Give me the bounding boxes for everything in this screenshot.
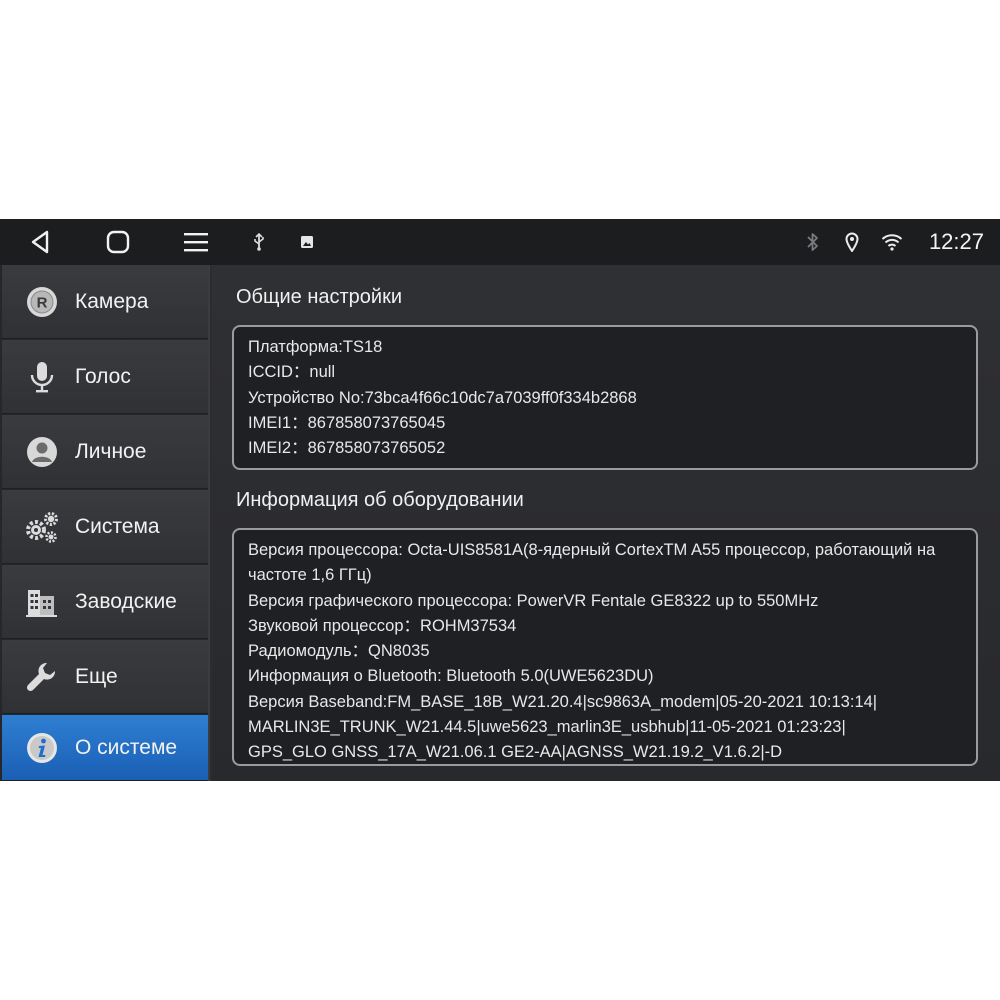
- baseband-version-row-3: GPS_GLO GNSS_17A_W21.06.1 GE2-AA|AGNSS_W…: [248, 743, 783, 762]
- back-icon: [31, 230, 49, 254]
- about-system-content: Общие настройки Платформа:TS18 ICCID：nul…: [212, 265, 1000, 781]
- sidebar-item-label: Голос: [75, 364, 131, 388]
- menu-button[interactable]: [178, 219, 214, 265]
- bluetooth-status: [802, 219, 824, 265]
- sidebar-item-label: Личное: [75, 439, 147, 463]
- status-bar: 12:27: [0, 219, 1000, 265]
- sidebar-item-factory[interactable]: Заводские: [2, 565, 208, 639]
- image-notification: [296, 219, 318, 265]
- baseband-version-row-2: MARLIN3E_TRUNK_W21.44.5|uwe5623_marlin3E…: [248, 718, 846, 737]
- radio-module-row: Радиомодуль：QN8035: [248, 642, 430, 661]
- sidebar-item-personal[interactable]: Личное: [2, 415, 208, 489]
- imei2-row: IMEI2：867858073765052: [248, 439, 446, 458]
- imei1-row: IMEI1：867858073765045: [248, 413, 446, 432]
- wifi-status: [878, 219, 906, 265]
- bluetooth-info-row: Информация о Bluetooth: Bluetooth 5.0(UW…: [248, 667, 654, 686]
- sidebar-item-label: О системе: [75, 735, 178, 759]
- sidebar-item-more[interactable]: Еще: [2, 640, 208, 714]
- device-number-row: Устройство No:73bca4f66c10dc7a7039ff0f33…: [248, 388, 637, 407]
- home-icon: [106, 230, 130, 254]
- settings-sidebar: R Камера Голос Личное Система Заводские …: [0, 265, 210, 781]
- location-icon: [845, 232, 859, 252]
- sidebar-item-label: Камера: [75, 289, 149, 313]
- wrench-icon: [24, 659, 60, 695]
- general-settings-panel: Платформа:TS18 ICCID：null Устройство No:…: [232, 325, 978, 470]
- svg-text:R: R: [37, 294, 48, 311]
- hardware-info-title: Информация об оборудовании: [236, 489, 524, 511]
- sidebar-item-about[interactable]: О системе: [2, 715, 208, 781]
- hardware-info-panel: Версия процессора: Octa-UIS8581A(8-ядерн…: [232, 528, 978, 766]
- usb-status: [248, 219, 270, 265]
- microphone-icon: [24, 359, 60, 395]
- platform-row: Платформа:TS18: [248, 338, 383, 356]
- sidebar-item-label: Еще: [75, 664, 118, 688]
- bluetooth-icon: [807, 233, 818, 251]
- baseband-version-row: Версия Baseband:FM_BASE_18B_W21.20.4|sc9…: [248, 692, 878, 711]
- android-head-unit-screen: 12:27 R Камера Голос Личное Система Заво…: [0, 219, 1000, 781]
- gpu-version-row: Версия графического процессора: PowerVR …: [248, 591, 819, 610]
- home-button[interactable]: [100, 219, 136, 265]
- factory-icon: [24, 584, 60, 620]
- image-icon: [301, 236, 313, 248]
- sidebar-item-camera[interactable]: R Камера: [2, 265, 208, 339]
- audio-processor-row: Звуковой процессор：ROHM37534: [248, 616, 517, 635]
- location-status: [841, 219, 863, 265]
- sidebar-item-label: Заводские: [75, 589, 177, 613]
- iccid-row: ICCID：null: [248, 363, 336, 382]
- cpu-version-row: Версия процессора: Octa-UIS8581A(8-ядерн…: [248, 541, 936, 585]
- back-button[interactable]: [22, 219, 58, 265]
- menu-icon: [184, 233, 208, 252]
- sidebar-item-system[interactable]: Система: [2, 490, 208, 564]
- gears-icon: [24, 509, 60, 545]
- wifi-icon: [881, 234, 903, 251]
- general-settings-title: Общие настройки: [236, 286, 402, 308]
- info-icon: [24, 730, 60, 766]
- sidebar-item-label: Система: [75, 514, 160, 538]
- person-icon: [24, 434, 60, 470]
- camera-r-icon: R: [24, 284, 60, 320]
- clock: 12:27: [928, 229, 984, 254]
- usb-icon: [254, 233, 264, 251]
- sidebar-item-voice[interactable]: Голос: [2, 340, 208, 414]
